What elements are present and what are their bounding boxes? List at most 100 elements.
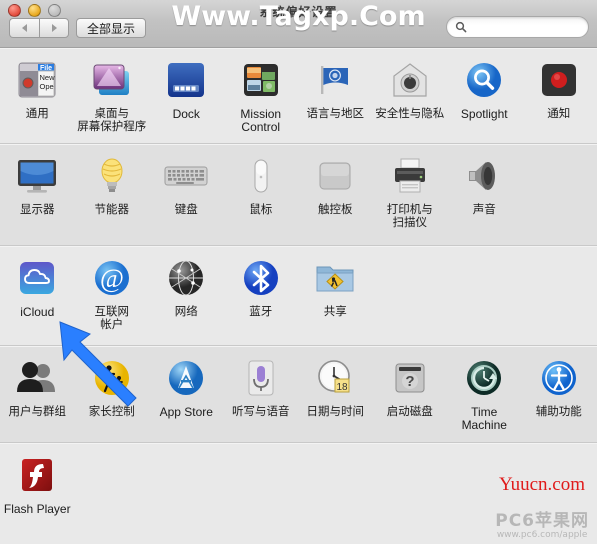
- security-privacy-icon: [386, 56, 434, 104]
- pref-label: 桌面与 屏幕保护程序: [77, 108, 147, 133]
- pref-parental-controls[interactable]: 家长控制: [75, 354, 150, 442]
- icloud-icon: [13, 254, 61, 302]
- parental-controls-icon: [88, 354, 136, 402]
- pref-bluetooth[interactable]: 蓝牙: [224, 254, 299, 345]
- pref-label: 共享: [323, 306, 347, 318]
- spotlight-icon: [460, 56, 508, 104]
- bluetooth-icon: [237, 254, 285, 302]
- pref-keyboard[interactable]: 键盘: [149, 152, 224, 245]
- notifications-icon: [535, 56, 583, 104]
- trackpad-icon: [311, 152, 359, 200]
- row-other: Flash Player: [0, 443, 597, 544]
- language-region-icon: [311, 56, 359, 104]
- desktop-screensaver-icon: [88, 56, 136, 104]
- pref-internet-accounts[interactable]: @ 互联网 帐户: [75, 254, 150, 345]
- pref-label: 节能器: [94, 204, 130, 216]
- pref-spotlight[interactable]: Spotlight: [447, 56, 522, 143]
- chevron-left-icon: [22, 24, 27, 32]
- svg-text:?: ?: [405, 373, 414, 390]
- pref-app-store[interactable]: App Store: [149, 354, 224, 442]
- pref-sharing[interactable]: 共享: [298, 254, 373, 345]
- pref-label: Mission Control: [240, 107, 282, 134]
- pref-dictation-speech[interactable]: 听写与语音: [224, 354, 299, 442]
- pref-label: 鼠标: [249, 204, 273, 216]
- pref-label: 显示器: [20, 204, 55, 216]
- pref-sound[interactable]: 声音: [447, 152, 522, 245]
- pref-users-groups[interactable]: 用户与群组: [0, 354, 75, 442]
- pref-label: 触控板: [318, 204, 353, 216]
- pref-label: Dock: [172, 107, 200, 121]
- sound-icon: [460, 152, 508, 200]
- svg-text:@: @: [100, 264, 124, 293]
- pref-label: 蓝牙: [249, 306, 273, 318]
- pref-label: 键盘: [174, 204, 198, 216]
- printers-scanners-icon: [386, 152, 434, 200]
- pref-startup-disk[interactable]: ? 启动磁盘: [373, 354, 448, 442]
- pref-label: 用户与群组: [8, 406, 67, 418]
- date-time-icon: 18: [311, 354, 359, 402]
- pref-security-privacy[interactable]: 安全性与隐私: [373, 56, 448, 143]
- back-button[interactable]: [9, 18, 39, 38]
- svg-text:18: 18: [337, 382, 349, 393]
- dictation-speech-icon: [237, 354, 285, 402]
- pref-label: Time Machine: [461, 405, 507, 432]
- pref-flash-player[interactable]: Flash Player: [0, 451, 75, 544]
- system-preferences-window: 系统偏好设置 全部显示 File New Ope 通用 桌面与 屏幕保护程序 D…: [0, 0, 597, 544]
- row-hardware: 显示器 节能器 键盘 鼠标 触控板 打印机与 扫描仪 声音: [0, 144, 597, 246]
- general-icon: File New Ope: [13, 56, 61, 104]
- flash-player-icon: [13, 451, 61, 499]
- pref-date-time[interactable]: 18 日期与时间: [298, 354, 373, 442]
- pref-language-region[interactable]: 语言与地区: [298, 56, 373, 143]
- accessibility-icon: [535, 354, 583, 402]
- time-machine-icon: [460, 354, 508, 402]
- row-internet: iCloud @ 互联网 帐户 网络 蓝牙 共享: [0, 246, 597, 346]
- dock-icon: [162, 56, 210, 104]
- search-icon: [455, 21, 467, 33]
- pref-dock[interactable]: Dock: [149, 56, 224, 143]
- internet-accounts-icon: @: [88, 254, 136, 302]
- pref-mouse[interactable]: 鼠标: [224, 152, 299, 245]
- pref-energy-saver[interactable]: 节能器: [75, 152, 150, 245]
- search-input[interactable]: [471, 20, 585, 34]
- pref-mission-control[interactable]: Mission Control: [224, 56, 299, 143]
- pref-accessibility[interactable]: 辅助功能: [522, 354, 597, 442]
- pref-printers-scanners[interactable]: 打印机与 扫描仪: [373, 152, 448, 245]
- pref-displays[interactable]: 显示器: [0, 152, 75, 245]
- pref-label: 语言与地区: [306, 108, 365, 120]
- pref-label: 互联网 帐户: [94, 306, 130, 331]
- pref-icloud[interactable]: iCloud: [0, 254, 75, 345]
- pref-label: 启动磁盘: [386, 406, 433, 418]
- startup-disk-icon: ?: [386, 354, 434, 402]
- pref-general[interactable]: File New Ope 通用: [0, 56, 75, 143]
- pref-label: 安全性与隐私: [375, 108, 445, 120]
- pref-label: 通用: [25, 108, 49, 120]
- pref-label: 声音: [472, 204, 496, 216]
- pref-label: 辅助功能: [535, 406, 582, 418]
- pref-label: 打印机与 扫描仪: [386, 204, 433, 229]
- pref-network[interactable]: 网络: [149, 254, 224, 345]
- app-store-icon: [162, 354, 210, 402]
- pref-label: 通知: [547, 108, 571, 120]
- show-all-button[interactable]: 全部显示: [76, 18, 147, 38]
- show-all-label: 全部显示: [87, 21, 136, 36]
- navigation-segmented-control[interactable]: [9, 18, 69, 38]
- row-personal: File New Ope 通用 桌面与 屏幕保护程序 Dock Mission …: [0, 48, 597, 144]
- network-icon: [162, 254, 210, 302]
- pref-label: Flash Player: [3, 502, 71, 516]
- preferences-grid: File New Ope 通用 桌面与 屏幕保护程序 Dock Mission …: [0, 48, 597, 544]
- pref-trackpad[interactable]: 触控板: [298, 152, 373, 245]
- sharing-icon: [311, 254, 359, 302]
- pref-label: 网络: [174, 306, 198, 318]
- pref-label: 日期与时间: [306, 406, 365, 418]
- pref-desktop-screensaver[interactable]: 桌面与 屏幕保护程序: [75, 56, 150, 143]
- svg-text:Ope: Ope: [40, 82, 54, 91]
- pref-notifications[interactable]: 通知: [522, 56, 597, 143]
- forward-button[interactable]: [39, 18, 69, 38]
- energy-saver-icon: [88, 152, 136, 200]
- pref-label: iCloud: [20, 305, 55, 319]
- pref-label: App Store: [159, 405, 213, 419]
- mission-control-icon: [237, 56, 285, 104]
- pref-label: 听写与语音: [232, 406, 290, 418]
- search-field[interactable]: [446, 16, 589, 38]
- pref-time-machine[interactable]: Time Machine: [447, 354, 522, 442]
